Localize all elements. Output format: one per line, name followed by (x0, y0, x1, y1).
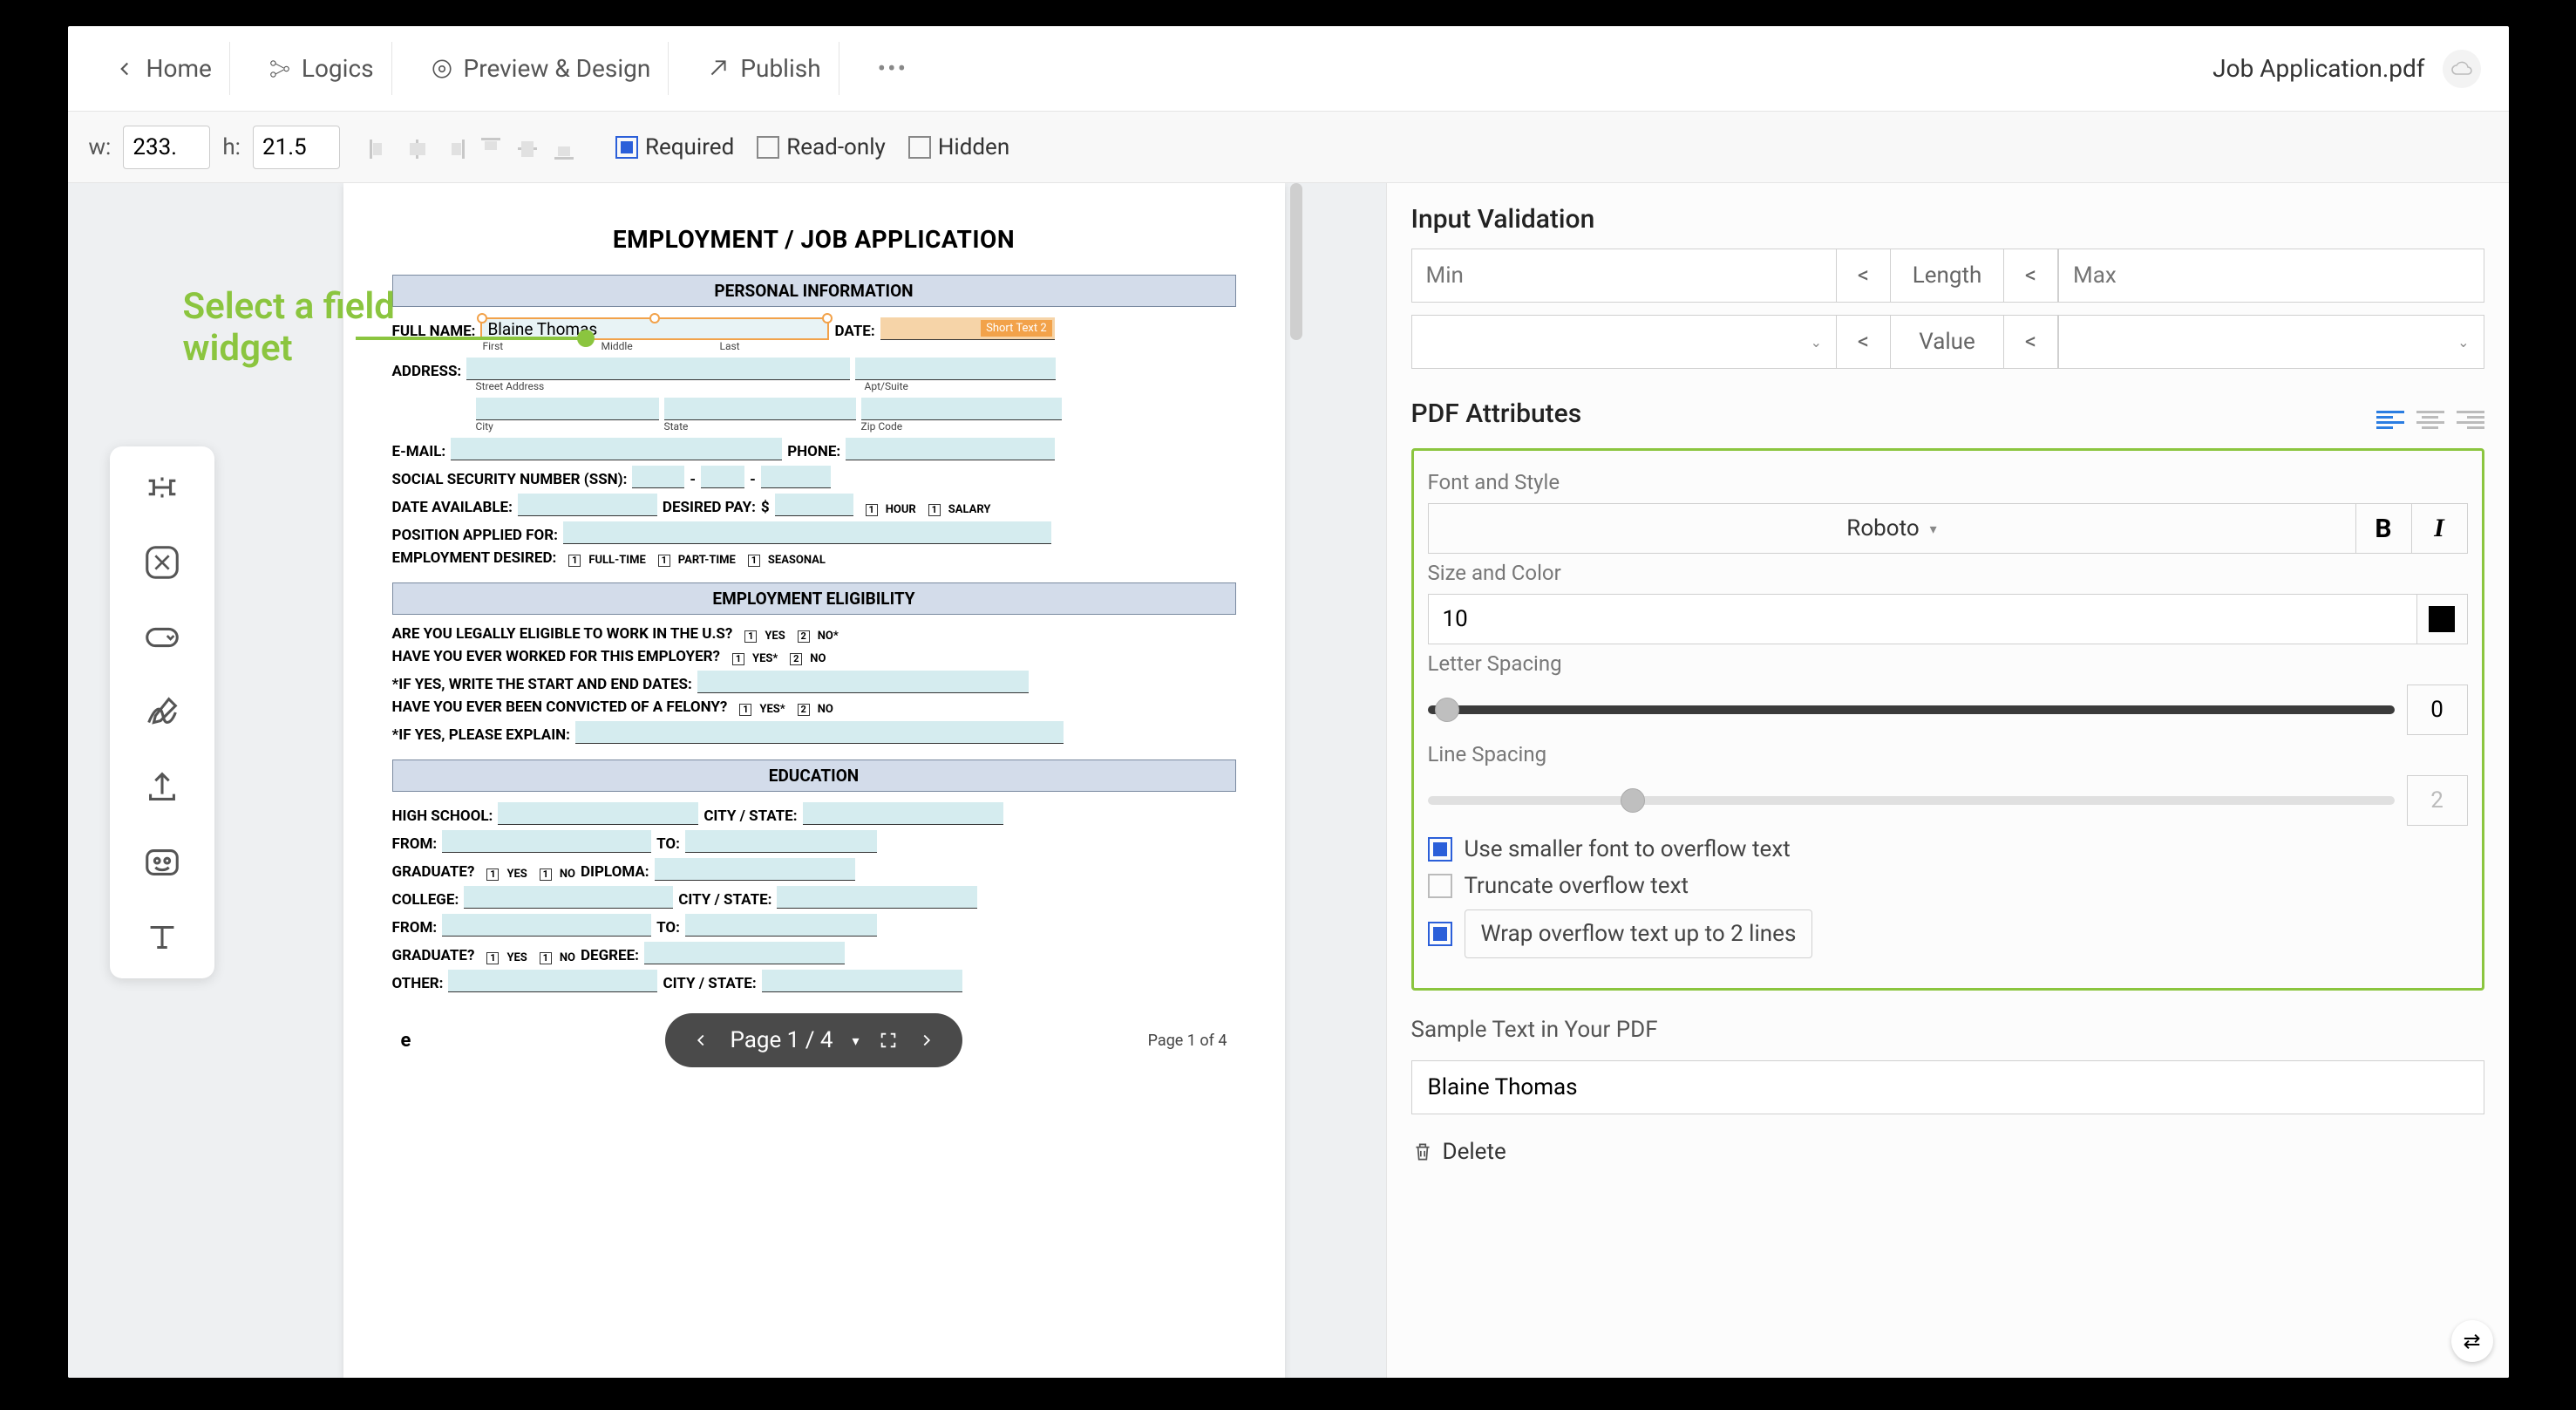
font-size-input[interactable] (1428, 594, 2417, 644)
document-filename: Job Application.pdf (2212, 54, 2424, 83)
prev-page-icon[interactable] (691, 1031, 710, 1050)
color-swatch[interactable] (2417, 594, 2468, 644)
section-personal: PERSONAL INFORMATION (392, 275, 1236, 307)
min-value-select[interactable]: ⌄ (1411, 315, 1838, 369)
size-color-label: Size and Color (1428, 561, 2468, 585)
line-spacing-label: Line Spacing (1428, 742, 2468, 766)
truncate-checkbox[interactable]: Truncate overflow text (1428, 873, 2468, 899)
publish-button[interactable]: Publish (690, 42, 839, 95)
width-label: w: (89, 134, 112, 160)
properties-panel: Input Validation < Length < ⌄ < Value < … (1386, 183, 2509, 1378)
smaller-font-checkbox[interactable]: Use smaller font to overflow text (1428, 836, 2468, 862)
text-field-icon[interactable] (142, 467, 182, 507)
cloud-sync-icon[interactable] (2443, 50, 2481, 88)
next-page-icon[interactable] (917, 1031, 936, 1050)
section-education: EDUCATION (392, 759, 1236, 792)
page-count-label: Page 1 of 4 (1148, 1032, 1227, 1050)
sample-text-input[interactable] (1411, 1060, 2484, 1114)
dropdown-icon[interactable] (142, 617, 182, 657)
align-left-icon[interactable] (366, 133, 396, 162)
publish-label: Publish (740, 54, 820, 83)
home-button[interactable]: Home (96, 42, 230, 95)
align-bottom-icon[interactable] (549, 133, 579, 162)
font-style-label: Font and Style (1428, 470, 2468, 494)
text-icon[interactable] (142, 917, 182, 957)
hidden-checkbox[interactable]: Hidden (908, 134, 1009, 160)
properties-bar: w: h: Required Read-only Hidden (68, 112, 2509, 183)
upload-icon[interactable] (142, 767, 182, 807)
align-right-icon[interactable] (439, 133, 469, 162)
image-icon[interactable] (142, 842, 182, 882)
align-buttons (352, 133, 593, 162)
page-nav-label[interactable]: Page 1 / 4 (730, 1027, 833, 1053)
date-field[interactable]: Short Text 2 (880, 317, 1055, 340)
line-spacing-slider[interactable] (1428, 796, 2395, 805)
widget-toolbar (110, 446, 214, 978)
signature-icon[interactable] (142, 692, 182, 732)
align-center-h-icon[interactable] (403, 133, 432, 162)
more-menu[interactable]: ••• (860, 54, 925, 83)
scrollbar[interactable] (1290, 183, 1302, 340)
italic-button[interactable]: I (2412, 503, 2468, 554)
doc-title: EMPLOYMENT / JOB APPLICATION (392, 225, 1236, 254)
input-validation-header: Input Validation (1411, 204, 2484, 235)
trash-icon (1411, 1141, 1434, 1163)
text-align-left-icon[interactable] (2376, 411, 2404, 432)
number-icon[interactable] (142, 542, 182, 582)
annotation-dot (577, 330, 595, 347)
logics-label: Logics (302, 54, 374, 83)
logics-button[interactable]: Logics (251, 42, 392, 95)
text-align-center-icon[interactable] (2416, 411, 2444, 432)
min-input[interactable] (1411, 249, 1838, 303)
pdf-attributes-box: Font and Style Roboto ▾ B I Size and Col… (1411, 448, 2484, 991)
length-label: Length (1891, 249, 2004, 303)
value-label: Value (1891, 315, 2004, 369)
value-validation-row: ⌄ < Value < ⌄ (1411, 315, 2484, 369)
max-input[interactable] (2058, 249, 2484, 303)
preview-label: Preview & Design (464, 54, 651, 83)
field-tag: Short Text 2 (981, 320, 1052, 337)
length-validation-row: < Length < (1411, 249, 2484, 303)
required-checkbox[interactable]: Required (615, 134, 734, 160)
sample-text-label: Sample Text in Your PDF (1411, 1017, 2484, 1043)
bold-button[interactable]: B (2356, 503, 2412, 554)
align-top-icon[interactable] (476, 133, 506, 162)
eye-icon (431, 58, 453, 80)
pdf-page[interactable]: EMPLOYMENT / JOB APPLICATION PERSONAL IN… (343, 183, 1285, 1378)
line-spacing-value[interactable]: 2 (2407, 775, 2468, 826)
logics-icon (268, 58, 291, 80)
letter-spacing-label: Letter Spacing (1428, 651, 2468, 676)
max-value-select[interactable]: ⌄ (2058, 315, 2484, 369)
height-input[interactable] (253, 126, 340, 169)
swap-button[interactable]: ⇄ (2451, 1320, 2493, 1362)
chevron-left-icon (113, 58, 136, 80)
preview-button[interactable]: Preview & Design (413, 42, 669, 95)
align-middle-icon[interactable] (513, 133, 542, 162)
letter-spacing-value[interactable]: 0 (2407, 685, 2468, 735)
pdf-attributes-header: PDF Attributes (1411, 398, 1582, 429)
fullscreen-icon[interactable] (879, 1031, 898, 1050)
annotation-label: Select a field widget (183, 286, 395, 371)
font-select[interactable]: Roboto ▾ (1428, 503, 2356, 554)
doc-logo-icon: e (401, 1030, 411, 1052)
page-navigator: Page 1 / 4▾ (665, 1013, 962, 1067)
publish-icon (707, 58, 730, 80)
height-label: h: (222, 134, 241, 160)
delete-button[interactable]: Delete (1411, 1139, 2484, 1165)
home-label: Home (146, 54, 212, 83)
letter-spacing-slider[interactable] (1428, 705, 2395, 714)
annotation-line (356, 337, 582, 340)
readonly-checkbox[interactable]: Read-only (757, 134, 886, 160)
section-eligibility: EMPLOYMENT ELIGIBILITY (392, 582, 1236, 615)
wrap-checkbox[interactable]: Wrap overflow text up to 2 lines (1428, 909, 2468, 958)
text-align-right-icon[interactable] (2457, 411, 2484, 432)
width-input[interactable] (123, 126, 210, 169)
canvas-area: Select a field widget EMPLOYMENT / JOB A… (68, 183, 1386, 1378)
top-nav: Home Logics Preview & Design Publish •••… (68, 26, 2509, 112)
